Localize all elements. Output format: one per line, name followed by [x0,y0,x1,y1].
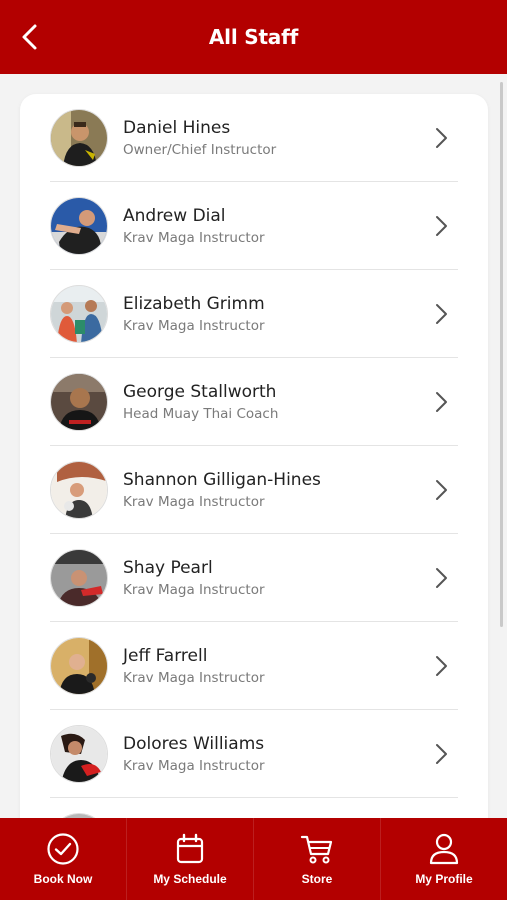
chevron-right-icon [436,480,447,500]
staff-scroll-area[interactable]: Daniel Hines Owner/Chief Instructor Andr… [0,74,507,818]
avatar [50,461,108,519]
staff-role: Head Muay Thai Coach [123,405,279,422]
nav-my-schedule[interactable]: My Schedule [126,818,253,900]
staff-name: Daniel Hines [123,117,231,138]
chevron-right-icon [436,304,447,324]
nav-store[interactable]: Store [253,818,380,900]
staff-name: Shay Pearl [123,557,213,578]
staff-name: Jeff Farrell [123,645,208,666]
chevron-right-icon [436,216,447,236]
staff-row-shannon-gilligan-hines[interactable]: Shannon Gilligan-Hines Krav Maga Instruc… [20,446,488,534]
staff-list: Daniel Hines Owner/Chief Instructor Andr… [20,94,488,818]
staff-row-dolores-williams[interactable]: Dolores Williams Krav Maga Instructor [20,710,488,798]
staff-name: Dolores Williams [123,733,265,754]
top-app-bar: All Staff [0,0,507,74]
avatar [50,285,108,343]
back-button[interactable] [14,21,46,53]
chevron-left-icon [22,24,37,50]
staff-name: George Stallworth [123,381,277,402]
staff-role: Krav Maga Instructor [123,229,265,246]
avatar [50,373,108,431]
chevron-right-icon [436,656,447,676]
cart-icon [300,835,333,864]
page-title: All Staff [208,25,299,49]
staff-row-daniel-hines[interactable]: Daniel Hines Owner/Chief Instructor [20,94,488,182]
nav-label: Book Now [33,872,93,886]
nav-label: My Profile [415,872,473,886]
avatar [50,637,108,695]
chevron-right-icon [436,128,447,148]
calendar-icon [176,833,204,864]
nav-label: Store [301,872,333,886]
staff-row-partial[interactable] [20,798,488,818]
staff-role: Krav Maga Instructor [123,317,265,334]
bottom-nav: Book Now My Schedule Store My Profile [0,818,507,900]
staff-row-shay-pearl[interactable]: Shay Pearl Krav Maga Instructor [20,534,488,622]
staff-role: Krav Maga Instructor [123,757,265,774]
staff-role: Krav Maga Instructor [123,581,265,598]
nav-my-profile[interactable]: My Profile [380,818,507,900]
nav-book-now[interactable]: Book Now [0,818,126,900]
staff-role: Krav Maga Instructor [123,669,265,686]
user-icon [429,833,459,865]
staff-name: Shannon Gilligan-Hines [123,469,321,490]
staff-role: Krav Maga Instructor [123,493,265,510]
avatar [50,725,108,783]
nav-label: My Schedule [153,872,227,886]
staff-row-elizabeth-grimm[interactable]: Elizabeth Grimm Krav Maga Instructor [20,270,488,358]
chevron-right-icon [436,744,447,764]
chevron-right-icon [436,568,447,588]
staff-row-george-stallworth[interactable]: George Stallworth Head Muay Thai Coach [20,358,488,446]
avatar [50,549,108,607]
scrollbar[interactable] [500,82,503,627]
staff-role: Owner/Chief Instructor [123,141,277,158]
check-circle-icon [47,833,79,865]
staff-row-jeff-farrell[interactable]: Jeff Farrell Krav Maga Instructor [20,622,488,710]
avatar [50,109,108,167]
chevron-right-icon [436,392,447,412]
staff-name: Elizabeth Grimm [123,293,265,314]
staff-card: Daniel Hines Owner/Chief Instructor Andr… [20,94,488,818]
staff-row-andrew-dial[interactable]: Andrew Dial Krav Maga Instructor [20,182,488,270]
avatar [50,197,108,255]
staff-name: Andrew Dial [123,205,226,226]
app-screen: All Staff Daniel Hines Owner/Chief Instr… [0,0,507,900]
